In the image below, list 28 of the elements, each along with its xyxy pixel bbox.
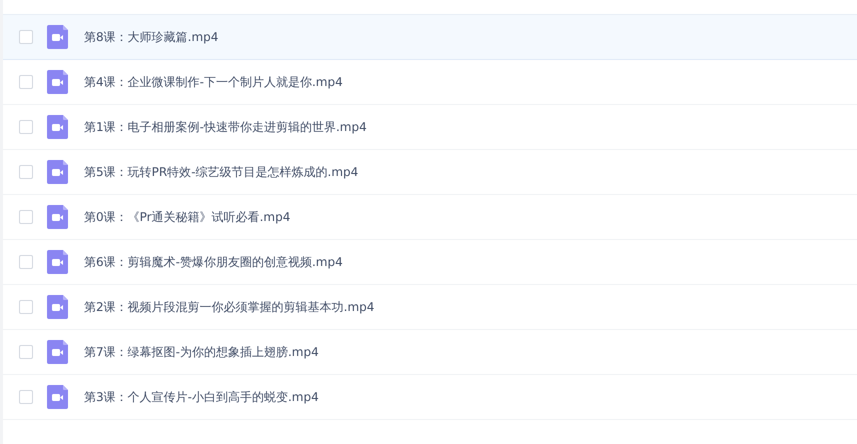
file-name[interactable]: 第0课：《Pr通关秘籍》试听必看.mp4 — [84, 208, 290, 226]
video-file-icon — [47, 70, 68, 94]
checkbox[interactable] — [19, 165, 33, 179]
checkbox[interactable] — [19, 30, 33, 44]
file-name[interactable]: 第5课：玩转PR特效-综艺级节目是怎样炼成的.mp4 — [84, 163, 358, 181]
file-name[interactable]: 第7课：绿幕抠图-为你的想象插上翅膀.mp4 — [84, 343, 319, 361]
video-file-icon — [47, 115, 68, 139]
file-name[interactable]: 第1课：电子相册案例-快速带你走进剪辑的世界.mp4 — [84, 118, 367, 136]
file-name[interactable]: 第2课：视频片段混剪一你必须掌握的剪辑基本功.mp4 — [84, 298, 374, 316]
video-file-icon — [47, 385, 68, 409]
checkbox[interactable] — [19, 75, 33, 89]
file-name[interactable]: 第3课：个人宣传片-小白到高手的蜕变.mp4 — [84, 388, 319, 406]
video-file-icon — [47, 295, 68, 319]
checkbox[interactable] — [19, 300, 33, 314]
video-file-icon — [47, 25, 68, 49]
checkbox[interactable] — [19, 390, 33, 404]
video-file-icon — [47, 250, 68, 274]
file-name[interactable]: 第8课：大师珍藏篇.mp4 — [84, 28, 218, 46]
file-name[interactable]: 第6课：剪辑魔术-赞爆你朋友圈的创意视频.mp4 — [84, 253, 343, 271]
video-file-icon — [47, 340, 68, 364]
checkbox[interactable] — [19, 210, 33, 224]
checkbox[interactable] — [19, 255, 33, 269]
checkbox[interactable] — [19, 120, 33, 134]
file-name[interactable]: 第4课：企业微课制作-下一个制片人就是你.mp4 — [84, 73, 343, 91]
video-file-icon — [47, 205, 68, 229]
file-row[interactable]: 第8课：大师珍藏篇.mp4 — [3, 15, 857, 60]
video-file-icon — [47, 160, 68, 184]
checkbox[interactable] — [19, 345, 33, 359]
